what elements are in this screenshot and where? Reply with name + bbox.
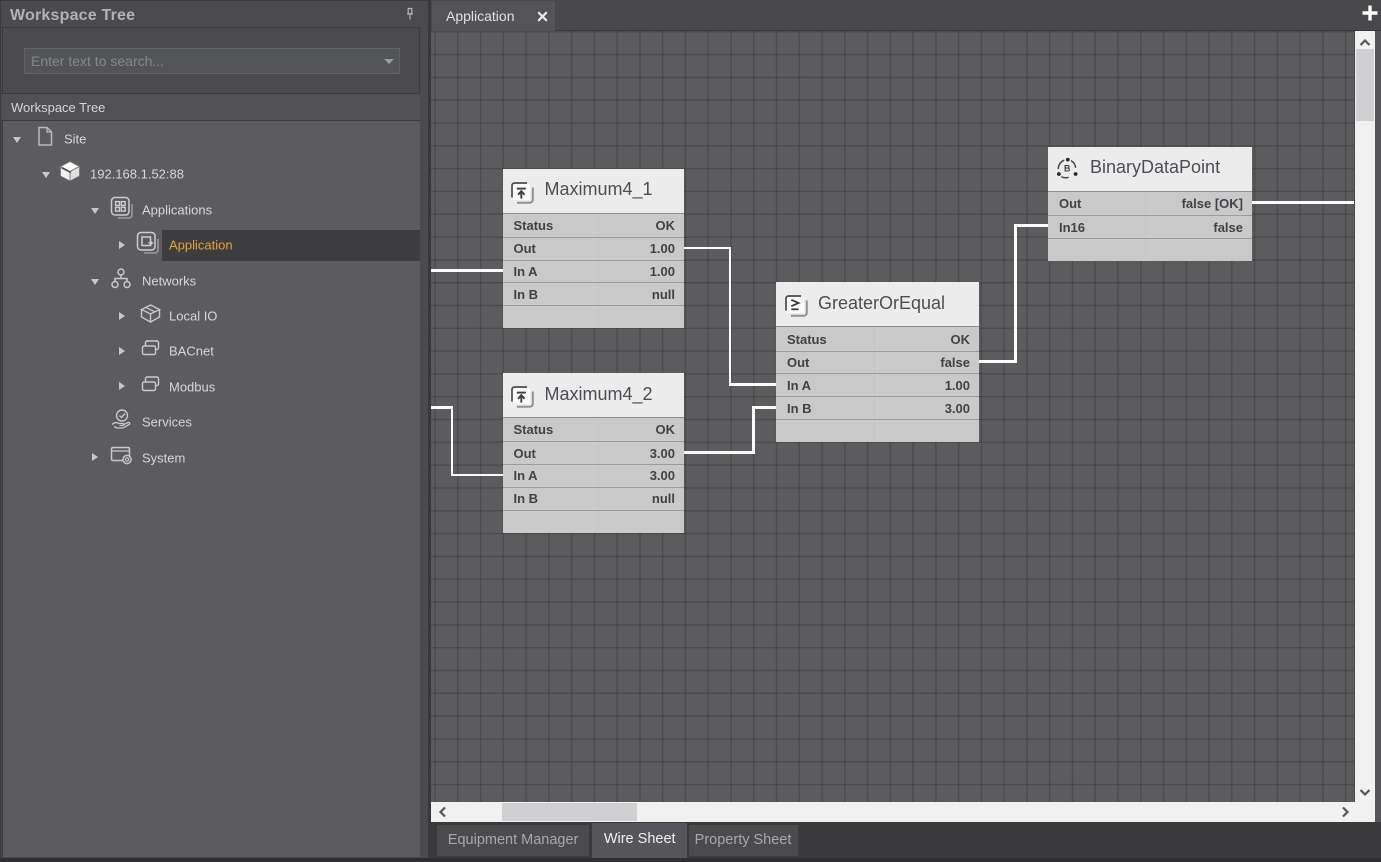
svg-text:B: B <box>1064 164 1070 174</box>
